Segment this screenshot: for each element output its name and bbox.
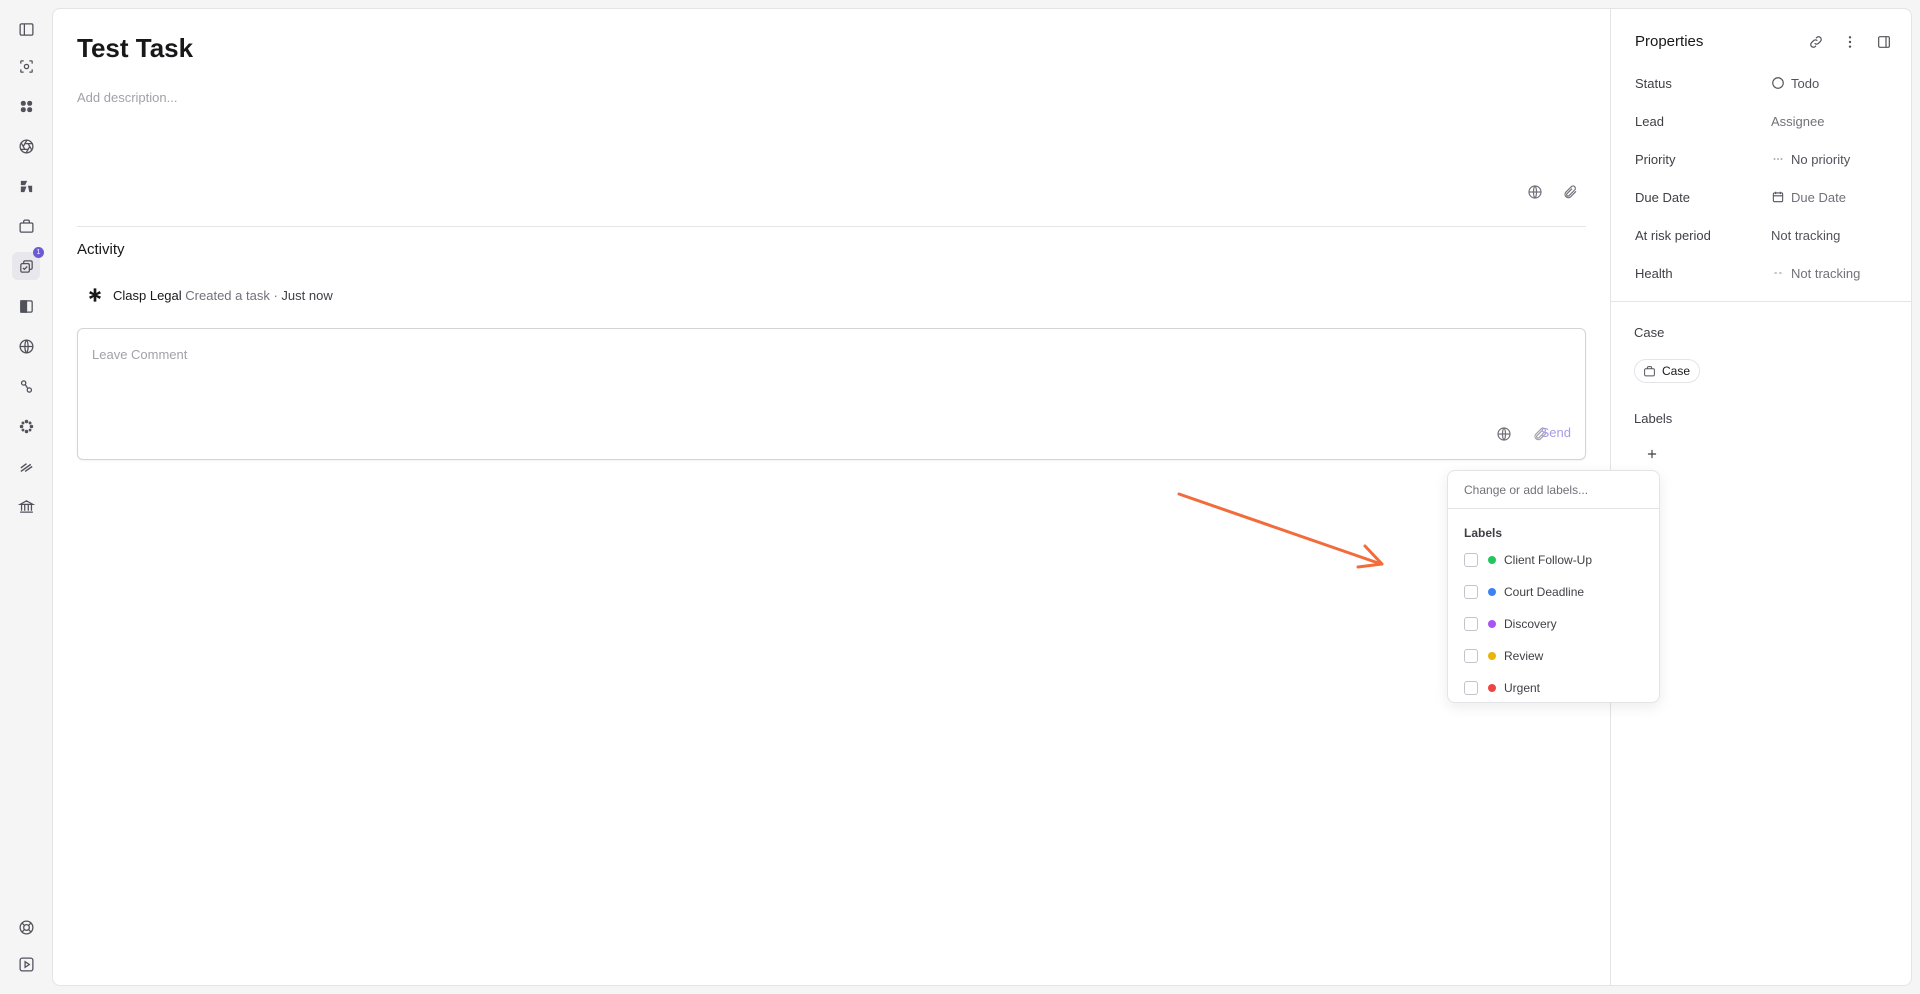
help-icon[interactable] bbox=[12, 913, 40, 941]
circle-icon bbox=[1771, 76, 1785, 90]
label-checkbox[interactable] bbox=[1464, 617, 1478, 631]
property-label: Lead bbox=[1635, 113, 1664, 129]
label-color-dot bbox=[1488, 556, 1496, 564]
labels-heading: Labels bbox=[1634, 411, 1673, 426]
label-option[interactable]: Urgent bbox=[1464, 678, 1654, 698]
activity-heading: Activity bbox=[77, 241, 125, 258]
property-label: At risk period bbox=[1635, 227, 1711, 243]
dash-icon bbox=[1771, 266, 1785, 280]
properties-title: Properties bbox=[1635, 33, 1704, 50]
panel-icon[interactable] bbox=[12, 292, 40, 320]
strikes-icon[interactable] bbox=[12, 452, 40, 480]
labels-search-input[interactable] bbox=[1448, 471, 1659, 509]
briefcase-icon[interactable] bbox=[12, 212, 40, 240]
property-label: Priority bbox=[1635, 151, 1676, 167]
calendar-icon bbox=[1771, 190, 1785, 204]
label-option-name: Review bbox=[1504, 649, 1544, 663]
play-icon[interactable] bbox=[12, 950, 40, 978]
scan-icon[interactable] bbox=[12, 52, 40, 80]
priority-value[interactable]: No priority bbox=[1771, 152, 1850, 167]
profile-icon[interactable] bbox=[12, 172, 40, 200]
priority-text: No priority bbox=[1791, 151, 1851, 167]
aperture-icon[interactable] bbox=[12, 132, 40, 160]
language-icon[interactable] bbox=[1524, 181, 1546, 203]
health-value[interactable]: Not tracking bbox=[1771, 266, 1860, 281]
task-main: Test Task Add description... Activity Cl… bbox=[53, 9, 1610, 985]
label-checkbox[interactable] bbox=[1464, 649, 1478, 663]
add-label-icon[interactable] bbox=[1644, 446, 1660, 462]
lead-value[interactable]: Assignee bbox=[1771, 114, 1824, 129]
label-color-dot bbox=[1488, 588, 1496, 596]
label-checkbox[interactable] bbox=[1464, 585, 1478, 599]
attach-icon[interactable] bbox=[1559, 181, 1581, 203]
tasks-icon[interactable]: 1 bbox=[12, 247, 44, 280]
at-risk-value[interactable]: Not tracking bbox=[1771, 228, 1840, 243]
property-label: Status bbox=[1635, 75, 1672, 91]
label-checkbox[interactable] bbox=[1464, 681, 1478, 695]
properties-divider bbox=[1611, 301, 1911, 302]
property-label: Due Date bbox=[1635, 189, 1690, 205]
grid-icon[interactable] bbox=[12, 92, 40, 120]
collapse-panel-icon[interactable] bbox=[1873, 31, 1895, 53]
label-checkbox[interactable] bbox=[1464, 553, 1478, 567]
label-color-dot bbox=[1488, 684, 1496, 692]
property-priority: Priority No priority bbox=[1635, 149, 1895, 169]
label-option[interactable]: Court Deadline bbox=[1464, 582, 1654, 602]
case-heading: Case bbox=[1634, 325, 1665, 340]
bank-icon[interactable] bbox=[12, 492, 40, 520]
status-text: Todo bbox=[1791, 75, 1820, 91]
label-color-dot bbox=[1488, 620, 1496, 628]
task-title[interactable]: Test Task bbox=[77, 33, 193, 64]
comment-placeholder[interactable]: Leave Comment bbox=[92, 347, 187, 362]
label-color-dot bbox=[1488, 652, 1496, 660]
apps-icon[interactable] bbox=[12, 412, 40, 440]
comment-box[interactable]: Leave Comment Send bbox=[77, 328, 1586, 460]
briefcase-icon bbox=[1644, 365, 1655, 376]
label-option-name: Court Deadline bbox=[1504, 585, 1585, 599]
link-icon[interactable] bbox=[12, 372, 40, 400]
labels-dropdown: Labels Client Follow-Up Court Deadline D… bbox=[1447, 470, 1660, 703]
activity-separator: · bbox=[273, 287, 278, 303]
section-divider bbox=[77, 226, 1586, 227]
left-rail: 1 bbox=[0, 0, 52, 994]
tasks-badge: 1 bbox=[33, 247, 44, 258]
property-lead: Lead Assignee bbox=[1635, 111, 1895, 131]
more-options-icon[interactable] bbox=[1839, 31, 1861, 53]
due-date-value[interactable]: Due Date bbox=[1771, 190, 1846, 205]
property-label: Health bbox=[1635, 265, 1673, 281]
copy-link-icon[interactable] bbox=[1805, 31, 1827, 53]
activity-entry: Clasp Legal Created a task · Just now bbox=[87, 287, 333, 303]
property-due-date: Due Date Due Date bbox=[1635, 187, 1895, 207]
dots-icon bbox=[1771, 152, 1785, 166]
sidebar-toggle-icon[interactable] bbox=[12, 15, 40, 43]
activity-actor[interactable]: Clasp Legal bbox=[113, 288, 182, 303]
activity-time: Just now bbox=[281, 287, 333, 303]
property-status: Status Todo bbox=[1635, 73, 1895, 93]
property-health: Health Not tracking bbox=[1635, 263, 1895, 283]
send-button[interactable]: Send bbox=[1541, 425, 1571, 440]
label-option-name: Urgent bbox=[1504, 681, 1541, 695]
labels-dropdown-heading: Labels bbox=[1464, 526, 1503, 540]
label-option-name: Client Follow-Up bbox=[1504, 553, 1593, 567]
globe-icon[interactable] bbox=[12, 332, 40, 360]
comment-language-icon[interactable] bbox=[1493, 423, 1515, 445]
property-at-risk: At risk period Not tracking bbox=[1635, 225, 1895, 245]
due-date-text: Due Date bbox=[1791, 189, 1846, 205]
activity-action: Created a task bbox=[185, 287, 270, 303]
case-chip[interactable]: Case bbox=[1634, 359, 1701, 383]
health-text: Not tracking bbox=[1791, 265, 1861, 281]
status-value[interactable]: Todo bbox=[1771, 76, 1819, 91]
label-option[interactable]: Review bbox=[1464, 646, 1654, 666]
label-option[interactable]: Client Follow-Up bbox=[1464, 550, 1654, 570]
description-placeholder[interactable]: Add description... bbox=[77, 90, 177, 105]
case-chip-label: Case bbox=[1662, 364, 1691, 378]
clasp-logo-icon bbox=[87, 287, 103, 303]
label-option[interactable]: Discovery bbox=[1464, 614, 1654, 634]
label-option-name: Discovery bbox=[1504, 617, 1557, 631]
